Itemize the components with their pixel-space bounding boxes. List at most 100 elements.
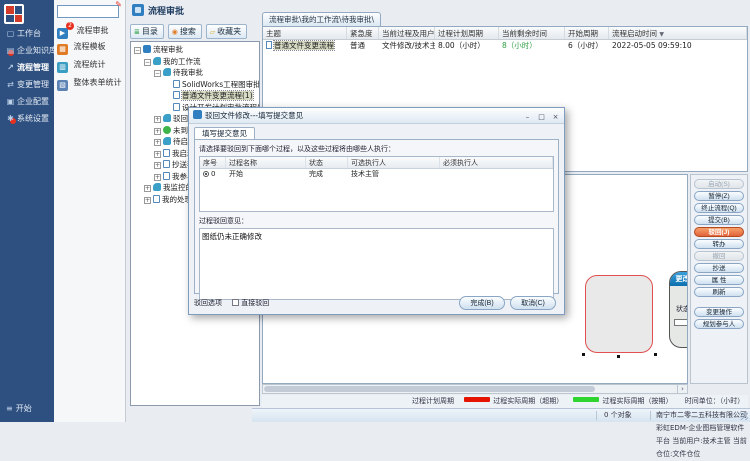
- expander-icon[interactable]: −: [134, 47, 141, 54]
- tree-item-my-workflows[interactable]: −我的工作流: [131, 56, 259, 68]
- module-panel: ✎ ▶2 流程审批 ▦ 流程模板 ▥ 流程统计 ▧ 整体表单统计: [54, 0, 126, 422]
- col-status: 状态: [306, 157, 348, 168]
- dialog-footer: 驳回选项 直接驳回 完成(B) 取消(C): [194, 296, 559, 311]
- row-required-executors: [440, 169, 553, 180]
- node-status: 状态：计划: [670, 286, 688, 314]
- scroll-right-arrow-icon[interactable]: ›: [677, 385, 687, 393]
- refresh-button[interactable]: 刷新: [694, 287, 744, 297]
- tab-search[interactable]: ◉搜索: [168, 24, 202, 39]
- close-icon[interactable]: ×: [549, 111, 562, 122]
- action-button-panel: 启动(S) 暂停(Z) 终止流程(Q) 提交(B) 驳回(J) 转办 撤回 抄送…: [690, 174, 748, 384]
- tree-item-common-file-change-flow[interactable]: 普通文件变更流程(1): [131, 90, 259, 102]
- col-urgency[interactable]: 紧急度: [347, 27, 379, 39]
- expander-icon[interactable]: +: [154, 116, 161, 123]
- col-start-time[interactable]: 流程启动时间 ▼: [609, 27, 747, 39]
- flow-node-vote[interactable]: 更改单（投票） 状态：计划: [669, 271, 688, 348]
- col-remaining[interactable]: 当前剩余时间: [499, 27, 565, 39]
- module-item-process-statistics[interactable]: ▥ 流程统计: [57, 58, 125, 72]
- start-button[interactable]: ≡开始: [6, 403, 32, 414]
- sidebar-item-workbench[interactable]: ▢工作台: [0, 26, 54, 41]
- plan-participants-button[interactable]: 规划参与人: [694, 319, 744, 329]
- expander-icon[interactable]: −: [144, 59, 151, 66]
- expander-icon[interactable]: +: [154, 139, 161, 146]
- tree-item-label: SolidWorks工程图审批流程(1): [182, 80, 260, 89]
- tree-item-solidworks-flow[interactable]: SolidWorks工程图审批流程(1): [131, 79, 259, 91]
- main-sidebar: ▢工作台 ▤企业知识库 ↗流程管理 ⇄变更管理 ▣企业配置 ✱系统设置 ≡开始: [0, 0, 54, 422]
- submit-button[interactable]: 提交(B): [694, 215, 744, 225]
- expander-icon[interactable]: +: [154, 162, 161, 169]
- expander-icon[interactable]: −: [154, 70, 161, 77]
- module-item-process-template[interactable]: ▦ 流程模板: [57, 40, 125, 54]
- module-item-process-approval[interactable]: ▶2 流程审批: [57, 22, 125, 36]
- selection-handle[interactable]: [582, 353, 585, 356]
- folder-icon: [163, 137, 171, 145]
- col-current-process[interactable]: 当前过程及用户: [379, 27, 435, 39]
- maximize-icon[interactable]: □: [535, 111, 548, 122]
- expander-icon[interactable]: +: [154, 128, 161, 135]
- monitor-icon: ▢: [6, 26, 15, 41]
- node-icon: [143, 45, 151, 53]
- expander-icon[interactable]: +: [144, 197, 151, 204]
- cc-button[interactable]: 抄送: [694, 263, 744, 273]
- cancel-button[interactable]: 取消(C): [510, 296, 556, 310]
- row-start-time: 2022-05-05 09:59:10: [609, 40, 747, 52]
- horizontal-scrollbar[interactable]: ›: [262, 384, 688, 394]
- tree-item-root[interactable]: −流程审批: [131, 44, 259, 56]
- instruction-text: 请选择要驳回到下面哪个过程，以及这些过程将由哪些人执行：: [199, 144, 554, 154]
- pause-button[interactable]: 暂停(Z): [694, 191, 744, 201]
- worklist-tab[interactable]: 流程审批\我的工作流\待我审批\: [262, 12, 381, 26]
- col-required-executors: 必须执行人: [440, 157, 553, 168]
- finish-button[interactable]: 完成(B): [459, 296, 505, 310]
- reject-button[interactable]: 驳回(J): [694, 227, 744, 237]
- reject-comment-textarea[interactable]: 图纸仍未正确修改: [199, 228, 554, 300]
- dialog-title: 驳回文件修改---填写提交意见: [205, 111, 303, 120]
- sidebar-item-system-settings[interactable]: ✱系统设置: [0, 111, 54, 126]
- expander-icon[interactable]: +: [144, 185, 151, 192]
- sidebar-item-change-management[interactable]: ⇄变更管理: [0, 77, 54, 92]
- module-search-input[interactable]: [57, 5, 119, 18]
- selection-handle[interactable]: [654, 353, 657, 356]
- statusbar-divider: [650, 411, 651, 420]
- dialog-icon: [193, 110, 202, 119]
- expander-icon[interactable]: +: [154, 151, 161, 158]
- object-count: 0 个对象: [604, 409, 632, 422]
- withdraw-button[interactable]: 撤回: [694, 251, 744, 261]
- table-row[interactable]: 0 开始 完成 技术主管: [200, 169, 553, 180]
- module-item-form-statistics[interactable]: ▧ 整体表单统计: [57, 76, 125, 90]
- edit-pencil-icon[interactable]: ✎: [115, 0, 122, 9]
- col-start-cycle[interactable]: 开始周期: [565, 27, 609, 39]
- terminate-flow-button[interactable]: 终止流程(Q): [694, 203, 744, 213]
- folder-icon: [153, 183, 161, 191]
- radio-selected-icon[interactable]: [203, 171, 209, 177]
- folder-icon: ▱: [210, 28, 215, 36]
- checkbox-direct-reject[interactable]: [232, 299, 239, 306]
- sidebar-item-enterprise-config[interactable]: ▣企业配置: [0, 94, 54, 109]
- tree-item-label: 待我审批: [173, 68, 203, 77]
- start-flow-button[interactable]: 启动(S): [694, 179, 744, 189]
- rollback-target-table: 序号 过程名称 状态 可选执行人 必须执行人 0 开始 完成 技术主管: [199, 156, 554, 212]
- transfer-button[interactable]: 转办: [694, 239, 744, 249]
- reject-dialog: 驳回文件修改---填写提交意见 – □ × 填写提交意见 请选择要驳回到下面哪个…: [188, 107, 565, 315]
- gear-icon: ✱: [6, 111, 15, 126]
- sidebar-item-process-management[interactable]: ↗流程管理: [0, 60, 54, 75]
- flow-node-selected[interactable]: [585, 275, 653, 353]
- legend-plan-label: 过程计划周期: [412, 397, 454, 405]
- form-statistics-icon: ▧: [57, 80, 68, 91]
- tab-favorites[interactable]: ▱收藏夹: [206, 24, 247, 39]
- expander-icon[interactable]: +: [154, 174, 161, 181]
- table-row[interactable]: 普通文件变更流程 普通 文件修改/技术主管 8.00（小时） 8（小时） 6（小…: [263, 40, 747, 52]
- col-optional-executors: 可选执行人: [348, 157, 440, 168]
- tab-catalog[interactable]: ≣目录: [130, 24, 164, 39]
- document-icon: [266, 41, 272, 49]
- col-subject[interactable]: 主题: [263, 27, 347, 39]
- properties-button[interactable]: 属 性: [694, 275, 744, 285]
- dialog-titlebar[interactable]: 驳回文件修改---填写提交意见 – □ ×: [189, 108, 564, 124]
- minimize-icon[interactable]: –: [521, 111, 534, 122]
- selection-handle[interactable]: [617, 355, 620, 358]
- resize-grip[interactable]: [740, 412, 748, 420]
- sidebar-item-knowledge-base[interactable]: ▤企业知识库: [0, 43, 54, 58]
- tree-item-pending-approval[interactable]: − 待我审批: [131, 67, 259, 79]
- scrollbar-thumb[interactable]: [264, 386, 595, 392]
- change-operation-button[interactable]: 变更操作: [694, 307, 744, 317]
- col-plan-cycle[interactable]: 过程计划周期: [435, 27, 499, 39]
